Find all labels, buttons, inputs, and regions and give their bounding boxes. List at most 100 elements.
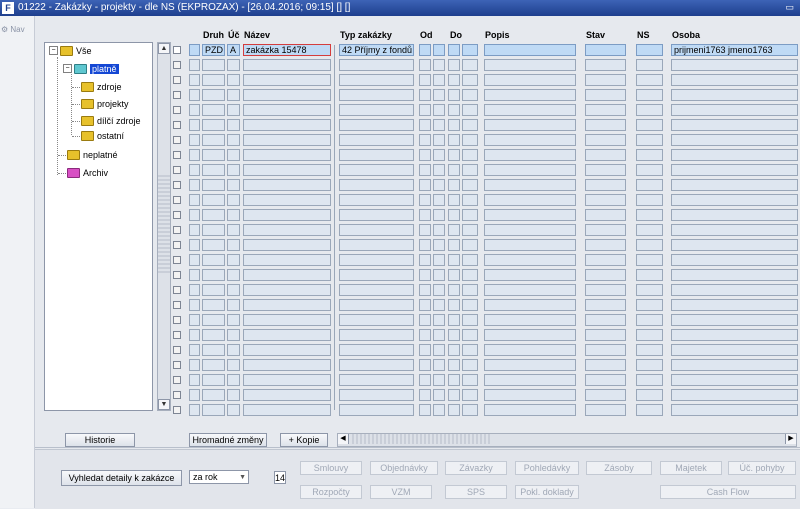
grid-cell-uc[interactable] bbox=[227, 149, 240, 161]
grid-cell-od[interactable] bbox=[419, 104, 431, 116]
grid-cell-nazev[interactable] bbox=[243, 209, 331, 221]
grid-cell-do[interactable] bbox=[448, 119, 460, 131]
restore-window-icon[interactable]: ▭ bbox=[785, 2, 794, 13]
grid-cell-osoba[interactable] bbox=[671, 134, 798, 146]
grid-cell-popis[interactable] bbox=[484, 179, 576, 191]
grid-cell-typ[interactable] bbox=[339, 59, 414, 71]
grid-cell-od2[interactable] bbox=[433, 89, 445, 101]
year-field[interactable]: 14 bbox=[274, 471, 286, 484]
nav-button[interactable]: ⚙ Nav bbox=[1, 25, 25, 34]
grid-cell-popis[interactable] bbox=[484, 104, 576, 116]
grid-cell-druh[interactable] bbox=[202, 149, 225, 161]
header-popis[interactable]: Popis bbox=[485, 30, 510, 40]
grid-cell-do2[interactable] bbox=[462, 119, 478, 131]
grid-cell-ns[interactable] bbox=[636, 239, 663, 251]
hromadne-zmeny-button[interactable]: Hromadné změny bbox=[189, 433, 267, 447]
grid-horizontal-scrollbar[interactable]: ◀ ▶ bbox=[337, 433, 797, 447]
grid-cell-ns[interactable] bbox=[636, 314, 663, 326]
grid-cell-do[interactable] bbox=[448, 224, 460, 236]
grid-cell-typ[interactable] bbox=[339, 239, 414, 251]
row-checkbox[interactable] bbox=[173, 61, 181, 69]
grid-cell-nazev[interactable] bbox=[243, 194, 331, 206]
grid-cell-popis[interactable] bbox=[484, 329, 576, 341]
row-checkbox[interactable] bbox=[173, 406, 181, 414]
grid-cell-ns[interactable] bbox=[636, 209, 663, 221]
row-checkbox[interactable] bbox=[173, 346, 181, 354]
grid-cell-od2[interactable] bbox=[433, 104, 445, 116]
grid-cell-do2[interactable] bbox=[462, 179, 478, 191]
grid-cell-od2[interactable] bbox=[433, 284, 445, 296]
grid-cell-osoba[interactable] bbox=[671, 104, 798, 116]
grid-cell-uc[interactable] bbox=[227, 209, 240, 221]
grid-cell-stav[interactable] bbox=[585, 149, 626, 161]
header-uc[interactable]: Úč bbox=[228, 30, 240, 40]
grid-cell-stav[interactable] bbox=[585, 59, 626, 71]
grid-cell-od[interactable] bbox=[419, 239, 431, 251]
grid-cell-do[interactable] bbox=[448, 239, 460, 251]
grid-cell-od[interactable] bbox=[419, 74, 431, 86]
grid-cell-druh[interactable] bbox=[202, 329, 225, 341]
grid-cell-popis[interactable] bbox=[484, 44, 576, 56]
grid-cell-osoba[interactable] bbox=[671, 89, 798, 101]
grid-cell-ns[interactable] bbox=[636, 374, 663, 386]
grid-cell-od[interactable] bbox=[419, 209, 431, 221]
grid-cell-do2[interactable] bbox=[462, 344, 478, 356]
grid-cell-uc[interactable] bbox=[227, 404, 240, 416]
grid-cell-uc[interactable] bbox=[227, 179, 240, 191]
grid-cell-od2[interactable] bbox=[433, 44, 445, 56]
grid-cell-typ[interactable] bbox=[339, 374, 414, 386]
row-checkbox[interactable] bbox=[173, 166, 181, 174]
grid-cell-do2[interactable] bbox=[462, 74, 478, 86]
grid-cell-popis[interactable] bbox=[484, 164, 576, 176]
grid-cell-osoba[interactable] bbox=[671, 74, 798, 86]
grid-cell-uc[interactable] bbox=[227, 74, 240, 86]
grid-cell-nazev[interactable] bbox=[243, 254, 331, 266]
row-checkbox[interactable] bbox=[173, 121, 181, 129]
historie-button[interactable]: Historie bbox=[65, 433, 135, 447]
grid-cell-do[interactable] bbox=[448, 284, 460, 296]
grid-cell-nazev[interactable] bbox=[243, 179, 331, 191]
grid-cell-stav[interactable] bbox=[585, 224, 626, 236]
grid-cell-do[interactable] bbox=[448, 359, 460, 371]
grid-cell[interactable] bbox=[189, 359, 200, 371]
grid-cell-popis[interactable] bbox=[484, 284, 576, 296]
grid-cell-ns[interactable] bbox=[636, 284, 663, 296]
grid-cell-typ[interactable] bbox=[339, 269, 414, 281]
grid-cell-ns[interactable] bbox=[636, 59, 663, 71]
grid-cell-do[interactable] bbox=[448, 344, 460, 356]
grid-cell-stav[interactable] bbox=[585, 254, 626, 266]
grid-cell-popis[interactable] bbox=[484, 269, 576, 281]
grid-cell-od[interactable] bbox=[419, 149, 431, 161]
grid-cell-do[interactable] bbox=[448, 329, 460, 341]
grid-cell-druh[interactable] bbox=[202, 59, 225, 71]
detail-button[interactable]: Úč. pohyby bbox=[728, 461, 796, 475]
detail-button[interactable]: SPS bbox=[445, 485, 507, 499]
grid-cell-stav[interactable] bbox=[585, 134, 626, 146]
grid-cell-stav[interactable] bbox=[585, 299, 626, 311]
vyhledat-detaily-button[interactable]: Vyhledat detaily k zakázce bbox=[61, 470, 182, 486]
grid-cell-stav[interactable] bbox=[585, 284, 626, 296]
grid-cell-do[interactable] bbox=[448, 389, 460, 401]
header-do[interactable]: Do bbox=[450, 30, 462, 40]
grid-cell-nazev[interactable] bbox=[243, 344, 331, 356]
grid-cell-uc[interactable] bbox=[227, 134, 240, 146]
grid-cell-ns[interactable] bbox=[636, 194, 663, 206]
grid-cell-od2[interactable] bbox=[433, 74, 445, 86]
grid-cell-od2[interactable] bbox=[433, 359, 445, 371]
grid-cell-ns[interactable] bbox=[636, 254, 663, 266]
grid-cell-nazev[interactable] bbox=[243, 299, 331, 311]
grid-cell-nazev[interactable] bbox=[243, 224, 331, 236]
grid-cell-od2[interactable] bbox=[433, 149, 445, 161]
grid-cell-ns[interactable] bbox=[636, 269, 663, 281]
grid-cell-ns[interactable] bbox=[636, 164, 663, 176]
grid-cell-ns[interactable] bbox=[636, 389, 663, 401]
tree-node-platne[interactable]: − platně bbox=[63, 63, 119, 75]
grid-cell-od[interactable] bbox=[419, 404, 431, 416]
grid-cell-nazev[interactable] bbox=[243, 119, 331, 131]
grid-cell[interactable] bbox=[189, 374, 200, 386]
grid-cell-do[interactable] bbox=[448, 374, 460, 386]
grid-cell-popis[interactable] bbox=[484, 134, 576, 146]
grid-cell-typ[interactable] bbox=[339, 404, 414, 416]
grid-cell-uc[interactable]: A bbox=[227, 44, 240, 56]
grid-cell-nazev[interactable]: zakázka 15478 bbox=[243, 44, 331, 56]
